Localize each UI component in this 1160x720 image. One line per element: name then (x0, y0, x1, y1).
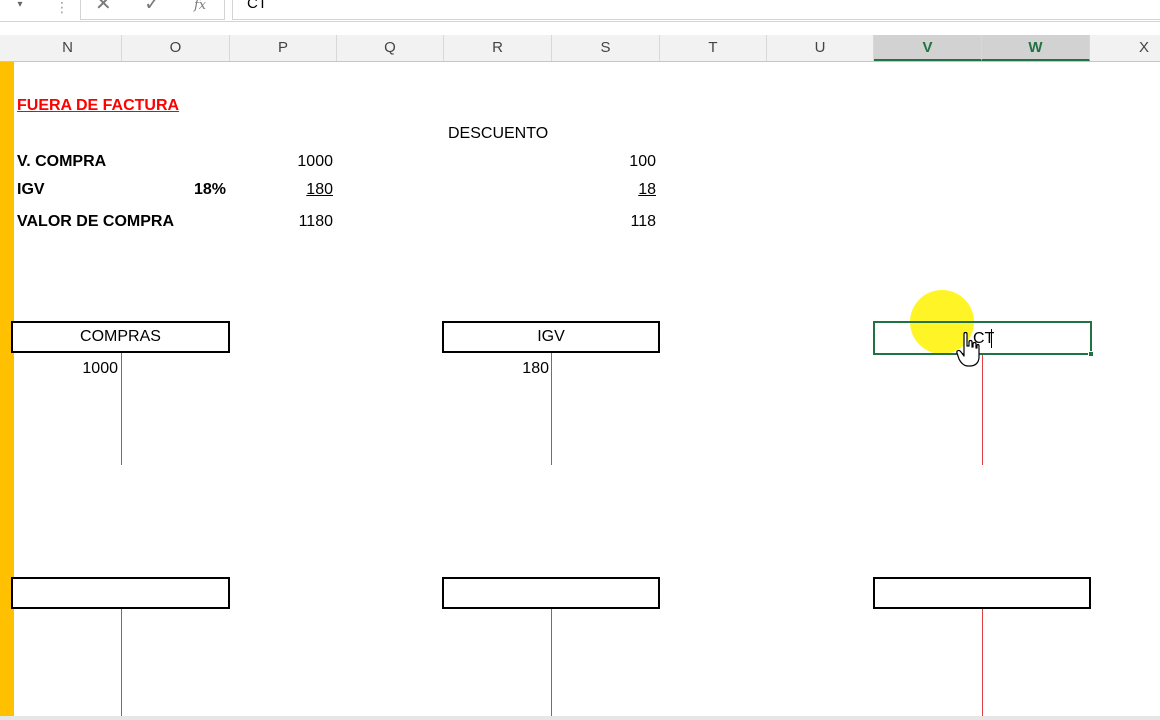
row-label-igv[interactable]: IGV (17, 181, 45, 199)
fill-handle[interactable] (1088, 351, 1094, 357)
insert-function-icon[interactable]: fx (194, 0, 206, 16)
t-account-empty-3-header[interactable] (873, 577, 1091, 609)
row-label-v-compra[interactable]: V. COMPRA (17, 153, 106, 171)
t-account-igv-debit[interactable]: 180 (450, 360, 549, 378)
t-account-empty-3-divider (982, 609, 983, 716)
t-account-empty-2-header[interactable] (442, 577, 660, 609)
amount-valor-de-compra[interactable]: 1180 (233, 213, 333, 231)
column-header-v[interactable]: V (874, 35, 982, 61)
t-account-empty-1-divider (121, 609, 122, 716)
descuento-header[interactable]: DESCUENTO (448, 125, 548, 143)
row-accent-strip (0, 62, 14, 720)
formula-input[interactable]: CT (232, 0, 1160, 20)
formula-input-value: CT (247, 0, 267, 12)
column-header-w[interactable]: W (982, 35, 1090, 61)
formula-bar-resize-icon[interactable]: ⋮ (55, 0, 69, 14)
column-header-q[interactable]: Q (337, 35, 444, 61)
t-account-igv-header[interactable]: IGV (442, 321, 660, 353)
t-account-empty-2-divider (551, 609, 552, 716)
column-header-n[interactable]: N (14, 35, 122, 61)
text-caret (991, 329, 992, 348)
discount-igv[interactable]: 18 (556, 181, 656, 199)
name-box-dropdown-icon[interactable]: ▾ (10, 0, 30, 20)
t-account-igv-divider (551, 353, 552, 465)
column-header-s[interactable]: S (552, 35, 660, 61)
column-header-r[interactable]: R (444, 35, 552, 61)
column-header-u[interactable]: U (767, 35, 874, 61)
amount-igv[interactable]: 180 (233, 181, 333, 199)
amount-v-compra[interactable]: 1000 (233, 153, 333, 171)
cancel-icon[interactable]: ✕ (95, 0, 112, 14)
sheet-bottom-edge (0, 716, 1160, 720)
column-header-p[interactable]: P (230, 35, 337, 61)
discount-valor-de-compra[interactable]: 118 (556, 213, 656, 231)
igv-rate[interactable]: 18% (125, 181, 226, 199)
column-header-t[interactable]: T (660, 35, 767, 61)
enter-icon[interactable]: ✓ (144, 0, 161, 14)
t-account-compras-header[interactable]: COMPRAS (11, 321, 230, 353)
formula-bar: ▾ ⋮ ✕ ✓ fx CT (0, 0, 1160, 22)
column-header-x[interactable]: X (1090, 35, 1160, 61)
t-account-compras-debit[interactable]: 1000 (20, 360, 118, 378)
t-account-compras-divider (121, 353, 122, 465)
t-account-ct-divider (982, 355, 983, 465)
sheet-title[interactable]: FUERA DE FACTURA (17, 97, 179, 115)
formula-bar-buttons: ✕ ✓ fx (80, 0, 225, 20)
row-label-valor-de-compra[interactable]: VALOR DE COMPRA (17, 213, 174, 231)
hand-pointer-icon (956, 331, 980, 367)
column-headers: N O P Q R S T U V W X (0, 35, 1160, 62)
t-account-empty-1-header[interactable] (11, 577, 230, 609)
discount-v-compra[interactable]: 100 (556, 153, 656, 171)
column-header-o[interactable]: O (122, 35, 230, 61)
